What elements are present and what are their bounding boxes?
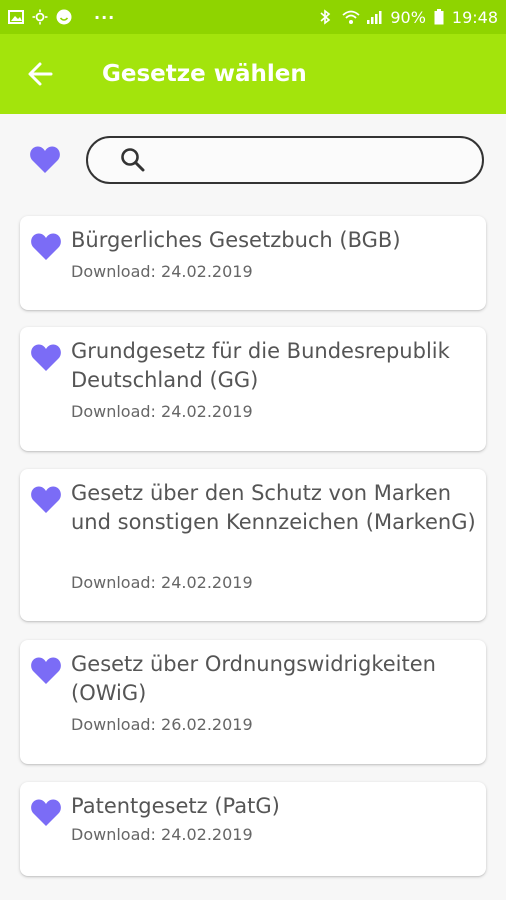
law-title: Bürgerliches Gesetzbuch (BGB) (71, 228, 401, 252)
search-field[interactable] (86, 136, 484, 184)
bluetooth-icon (318, 9, 334, 25)
back-button[interactable] (0, 34, 80, 114)
law-download-date: Download: 24.02.2019 (71, 825, 253, 844)
more-notifications: ··· (94, 7, 116, 27)
smiley-icon (56, 9, 72, 25)
law-title: Grundgesetz für die Bundesrepublik Deuts… (71, 339, 450, 392)
clock: 19:48 (451, 7, 498, 27)
heart-icon[interactable] (30, 341, 62, 373)
status-bar: ··· 90% 19:48 (0, 0, 506, 34)
battery-percent: 90% (390, 7, 426, 27)
heart-icon (30, 146, 60, 173)
heart-icon[interactable] (30, 654, 62, 686)
law-title: Patentgesetz (PatG) (71, 794, 280, 818)
favorites-filter-button[interactable] (22, 136, 68, 182)
heart-icon[interactable] (30, 230, 62, 262)
app-bar: Gesetze wählen (0, 34, 506, 114)
law-download-date: Download: 24.02.2019 (71, 402, 253, 421)
heart-icon[interactable] (30, 483, 62, 515)
law-title: Gesetz über Ordnungswidrigkeiten (OWiG) (71, 652, 436, 705)
law-download-date: Download: 26.02.2019 (71, 715, 253, 734)
search-icon (116, 143, 150, 177)
brightness-icon (32, 9, 48, 25)
law-card-markeng[interactable]: Gesetz über den Schutz von Marken und so… (20, 469, 486, 621)
search-input[interactable] (156, 139, 482, 181)
heart-icon[interactable] (30, 796, 62, 828)
status-right: 90% 19:48 (318, 8, 498, 27)
law-card-owig[interactable]: Gesetz über Ordnungswidrigkeiten (OWiG) … (20, 640, 486, 764)
battery-icon (434, 9, 444, 25)
law-download-date: Download: 24.02.2019 (71, 573, 253, 592)
law-title: Gesetz über den Schutz von Marken und so… (71, 481, 476, 534)
law-card-gg[interactable]: Grundgesetz für die Bundesrepublik Deuts… (20, 327, 486, 451)
status-left: ··· (8, 8, 115, 27)
signal-icon (366, 9, 382, 25)
arrow-back-icon (28, 62, 53, 86)
image-icon (8, 9, 24, 25)
wifi-icon (342, 9, 360, 25)
search-row (0, 114, 506, 204)
law-download-date: Download: 24.02.2019 (71, 262, 253, 281)
page-title: Gesetze wählen (102, 61, 307, 87)
law-card-bgb[interactable]: Bürgerliches Gesetzbuch (BGB) Download: … (20, 216, 486, 310)
law-card-patg[interactable]: Patentgesetz (PatG) Download: 24.02.2019 (20, 782, 486, 876)
